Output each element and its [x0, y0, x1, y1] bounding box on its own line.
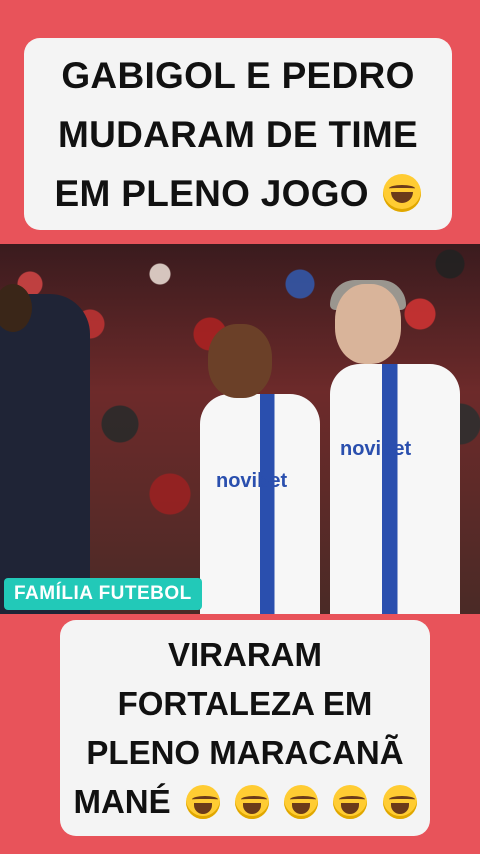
player-gabigol-head	[208, 324, 272, 398]
bottom-caption-line-4: MANÉ	[68, 777, 422, 826]
bottom-caption-line-4-text: MANÉ	[73, 783, 171, 820]
rolling-on-floor-laughing-icon	[333, 785, 368, 819]
top-caption-line-1: GABIGOL E PEDRO	[61, 54, 415, 96]
top-caption-line-3: EM PLENO JOGO	[38, 164, 438, 223]
rolling-on-floor-laughing-icon	[284, 785, 319, 819]
bottom-caption: VIRARAM FORTALEZA EM PLENO MARACANÃ MANÉ	[60, 620, 430, 836]
watermark-label: FAMÍLIA FUTEBOL	[4, 578, 202, 610]
rolling-on-floor-laughing-icon	[382, 785, 417, 819]
player-pedro-head	[335, 284, 401, 364]
referee-figure	[0, 294, 90, 614]
bottom-caption-line-1: VIRARAM	[168, 636, 322, 673]
rolling-on-floor-laughing-icon	[235, 785, 269, 819]
bottom-caption-line-3: PLENO MARACANÃ	[86, 734, 404, 771]
player-pedro-figure	[330, 364, 460, 614]
rolling-on-floor-laughing-icon	[383, 173, 422, 212]
bottom-caption-line-2: FORTALEZA EM	[117, 685, 373, 722]
player-gabigol-figure	[200, 394, 320, 614]
rolling-on-floor-laughing-icon	[185, 785, 220, 819]
jersey-sponsor-2: novibet	[340, 438, 412, 460]
match-photo: novibet novibet	[0, 244, 480, 614]
top-caption-line-3-text: EM PLENO JOGO	[54, 172, 369, 214]
top-caption: GABIGOL E PEDRO MUDARAM DE TIME EM PLENO…	[24, 38, 452, 230]
top-caption-line-2: MUDARAM DE TIME	[57, 113, 419, 155]
jersey-sponsor-1: novibet	[216, 470, 288, 492]
